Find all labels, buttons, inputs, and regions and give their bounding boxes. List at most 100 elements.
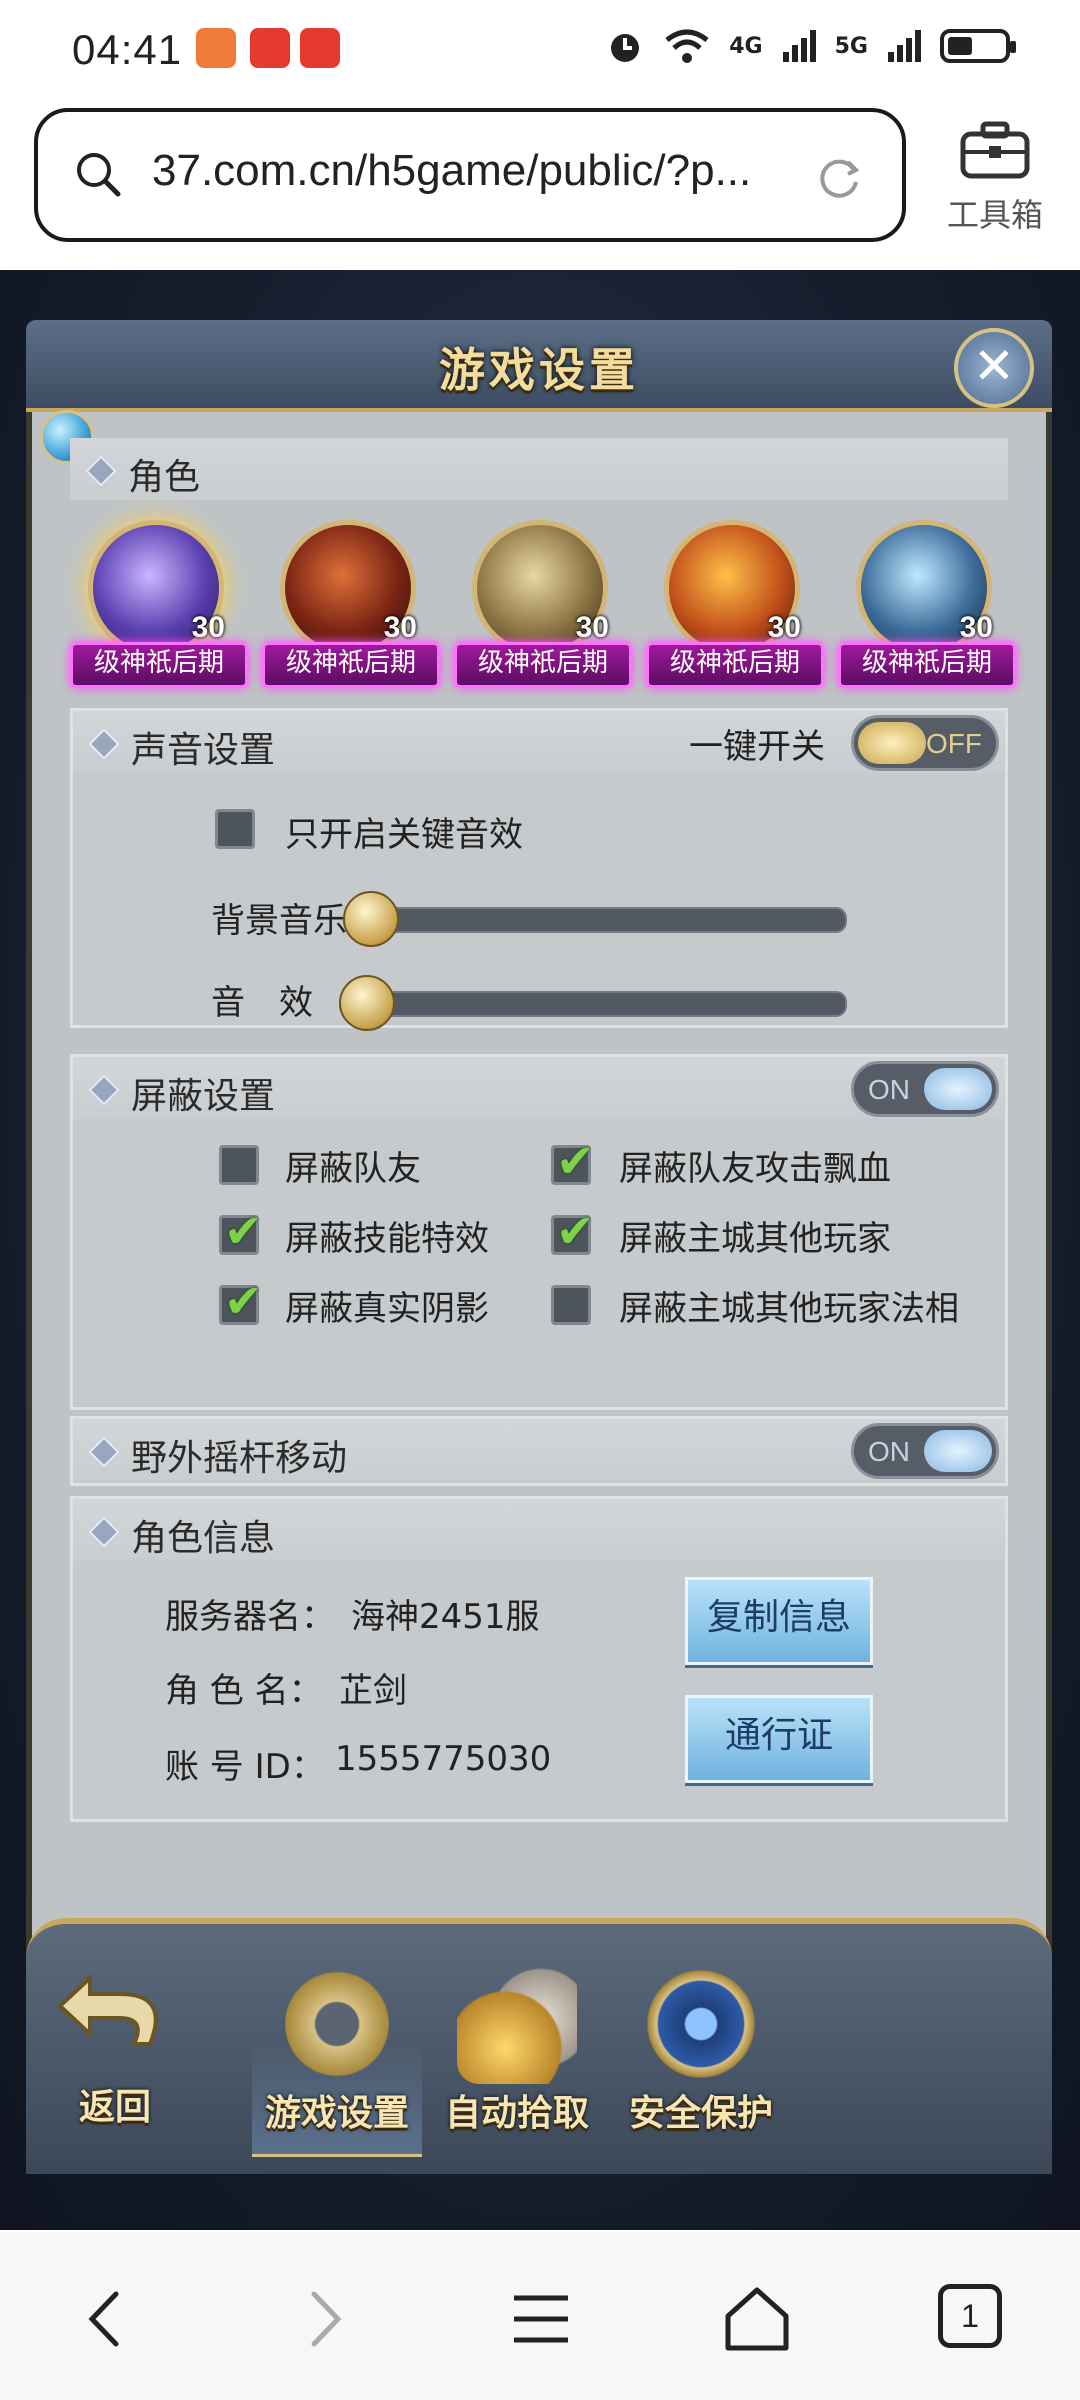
back-icon[interactable] xyxy=(72,2284,142,2354)
avatar-level: 30 xyxy=(383,611,417,644)
signal-icon xyxy=(888,30,921,62)
bgm-slider-handle[interactable] xyxy=(343,891,399,947)
master-sound-toggle[interactable]: OFF xyxy=(851,715,999,771)
avatar-rank-banner: 级神祇后期 xyxy=(646,642,824,688)
nav-security[interactable]: 安全保护 xyxy=(616,1964,786,2154)
sound-title: 声音设置 xyxy=(131,730,276,771)
back-button[interactable]: 返回 xyxy=(40,1964,190,2154)
nav-label: 自动拾取 xyxy=(444,2093,589,2134)
toggle-knob xyxy=(858,722,926,764)
reload-icon[interactable] xyxy=(814,152,864,202)
avatar-level: 30 xyxy=(191,611,225,644)
role-header: 角色 xyxy=(70,438,1008,500)
tabs-button[interactable]: 1 xyxy=(938,2284,1002,2348)
diamond-icon xyxy=(88,1436,120,1468)
signal-icon xyxy=(782,30,816,62)
role-info-title: 角色信息 xyxy=(131,1518,276,1559)
server-value: 海神2451服 xyxy=(351,1597,540,1637)
notification-app-icon xyxy=(300,28,340,68)
game-bottom-nav: 返回 游戏设置 自动拾取 安全保护 xyxy=(26,1918,1052,2174)
home-icon[interactable] xyxy=(722,2284,792,2354)
role-avatar[interactable]: 30 xyxy=(472,520,609,656)
server-label: 服务器名： xyxy=(165,1597,335,1637)
role-avatar[interactable]: 30 xyxy=(280,520,417,656)
block-city-players-checkbox[interactable]: ✔ xyxy=(551,1204,595,1258)
forward-icon[interactable] xyxy=(288,2284,358,2354)
block-toggle[interactable]: ON xyxy=(851,1061,999,1117)
sfx-label: 音 效 xyxy=(211,983,313,1023)
block-option-label: 屏蔽真实阴影 xyxy=(285,1289,489,1329)
nav-game-settings[interactable]: 游戏设置 xyxy=(252,1964,422,2157)
block-section: 屏蔽设置 ON 屏蔽队友 ✔ 屏蔽队友攻击飘血 ✔ 屏蔽技能特效 ✔ 屏蔽主城其… xyxy=(70,1054,1008,1410)
checkmark-icon: ✔ xyxy=(556,1204,595,1258)
block-teammates-checkbox[interactable] xyxy=(219,1145,259,1185)
block-skill-effects-checkbox[interactable]: ✔ xyxy=(219,1204,263,1258)
block-header: 屏蔽设置 ON xyxy=(73,1057,1005,1119)
bgm-slider-track[interactable] xyxy=(343,907,847,933)
toolbox-button[interactable]: 工具箱 xyxy=(940,118,1050,236)
alarm-icon xyxy=(611,34,640,62)
dialog-titlebar: 游戏设置 ✕ xyxy=(26,320,1052,412)
nav-auto-pickup[interactable]: 自动拾取 xyxy=(432,1964,602,2154)
block-city-player-avatars-checkbox[interactable] xyxy=(551,1285,591,1325)
back-arrow-icon xyxy=(57,1973,158,2046)
coin-bag-icon xyxy=(457,1964,577,2084)
close-icon: ✕ xyxy=(973,337,1015,395)
role-info-section: 角色信息 服务器名： 海神2451服 角 色 名： 芷剑 账 号 ID： 155… xyxy=(70,1496,1008,1822)
network-5g-label: 5G xyxy=(834,33,868,59)
role-info-header: 角色信息 xyxy=(73,1499,1005,1561)
account-id-label: 账 号 ID： xyxy=(165,1747,325,1787)
block-option-label: 屏蔽队友攻击飘血 xyxy=(619,1149,891,1189)
avatar-rank-banner: 级神祇后期 xyxy=(838,642,1016,688)
diamond-icon xyxy=(88,1516,120,1548)
avatar-rank-banner: 级神祇后期 xyxy=(70,642,248,688)
game-canvas: 游戏设置 ✕ 角色 30 级神祇后期 30 级神祇后期 30 级神祇后期 30 … xyxy=(0,270,1080,2230)
toolbox-label: 工具箱 xyxy=(946,196,1043,234)
avatar-level: 30 xyxy=(767,611,801,644)
back-label: 返回 xyxy=(78,2087,151,2128)
sound-section: 声音设置 一键开关 OFF 只开启关键音效 背景音乐 音 效 xyxy=(70,708,1008,1031)
block-shadows-checkbox[interactable]: ✔ xyxy=(219,1274,263,1328)
checkmark-icon: ✔ xyxy=(224,1274,263,1328)
block-option-label: 屏蔽队友 xyxy=(285,1149,421,1189)
role-avatar[interactable]: 30 xyxy=(664,520,801,656)
close-button[interactable]: ✕ xyxy=(954,328,1034,408)
status-time: 04:41 xyxy=(72,26,183,73)
key-sound-only-label: 只开启关键音效 xyxy=(285,815,523,855)
block-option-label: 屏蔽主城其他玩家 xyxy=(619,1219,891,1259)
sfx-slider-handle[interactable] xyxy=(339,975,395,1031)
pass-button[interactable]: 通行证 xyxy=(685,1695,873,1783)
block-option-label: 屏蔽技能特效 xyxy=(285,1219,489,1259)
joystick-title: 野外摇杆移动 xyxy=(131,1438,348,1479)
browser-bottom-nav: 1 xyxy=(0,2232,1080,2400)
status-icons: 4G 5G xyxy=(605,26,1016,66)
nav-label: 游戏设置 xyxy=(264,2093,409,2134)
wifi-icon xyxy=(665,29,709,63)
sfx-slider-track[interactable] xyxy=(339,991,847,1017)
url-text[interactable]: 37.com.cn/h5game/public/?p... xyxy=(152,146,812,196)
role-avatar[interactable]: 30 xyxy=(88,520,225,656)
key-sound-only-checkbox[interactable] xyxy=(215,809,255,849)
joystick-header: 野外摇杆移动 ON xyxy=(73,1419,1005,1481)
copy-info-button[interactable]: 复制信息 xyxy=(685,1577,873,1665)
toggle-state: OFF xyxy=(926,728,982,759)
role-avatar[interactable]: 30 xyxy=(856,520,993,656)
diamond-icon xyxy=(88,1074,120,1106)
shield-lock-icon xyxy=(641,1964,761,2084)
avatar-level: 30 xyxy=(575,611,609,644)
search-icon xyxy=(77,153,121,197)
checkmark-icon: ✔ xyxy=(224,1204,263,1258)
status-bar: 04:41 4G 5G xyxy=(0,0,1080,100)
avatar-rank-banner: 级神祇后期 xyxy=(454,642,632,688)
menu-icon[interactable] xyxy=(506,2284,576,2354)
joystick-toggle[interactable]: ON xyxy=(851,1423,999,1479)
address-bar[interactable]: 37.com.cn/h5game/public/?p... xyxy=(34,108,906,242)
toggle-knob xyxy=(924,1430,992,1472)
tabs-count: 1 xyxy=(961,2298,979,2334)
joystick-section: 野外摇杆移动 ON xyxy=(70,1416,1008,1486)
toggle-state: ON xyxy=(868,1074,910,1105)
bgm-label: 背景音乐 xyxy=(211,901,347,941)
nav-label: 安全保护 xyxy=(628,2093,773,2134)
role-name-value: 芷剑 xyxy=(339,1671,407,1711)
block-teammate-damage-checkbox[interactable]: ✔ xyxy=(551,1134,595,1188)
